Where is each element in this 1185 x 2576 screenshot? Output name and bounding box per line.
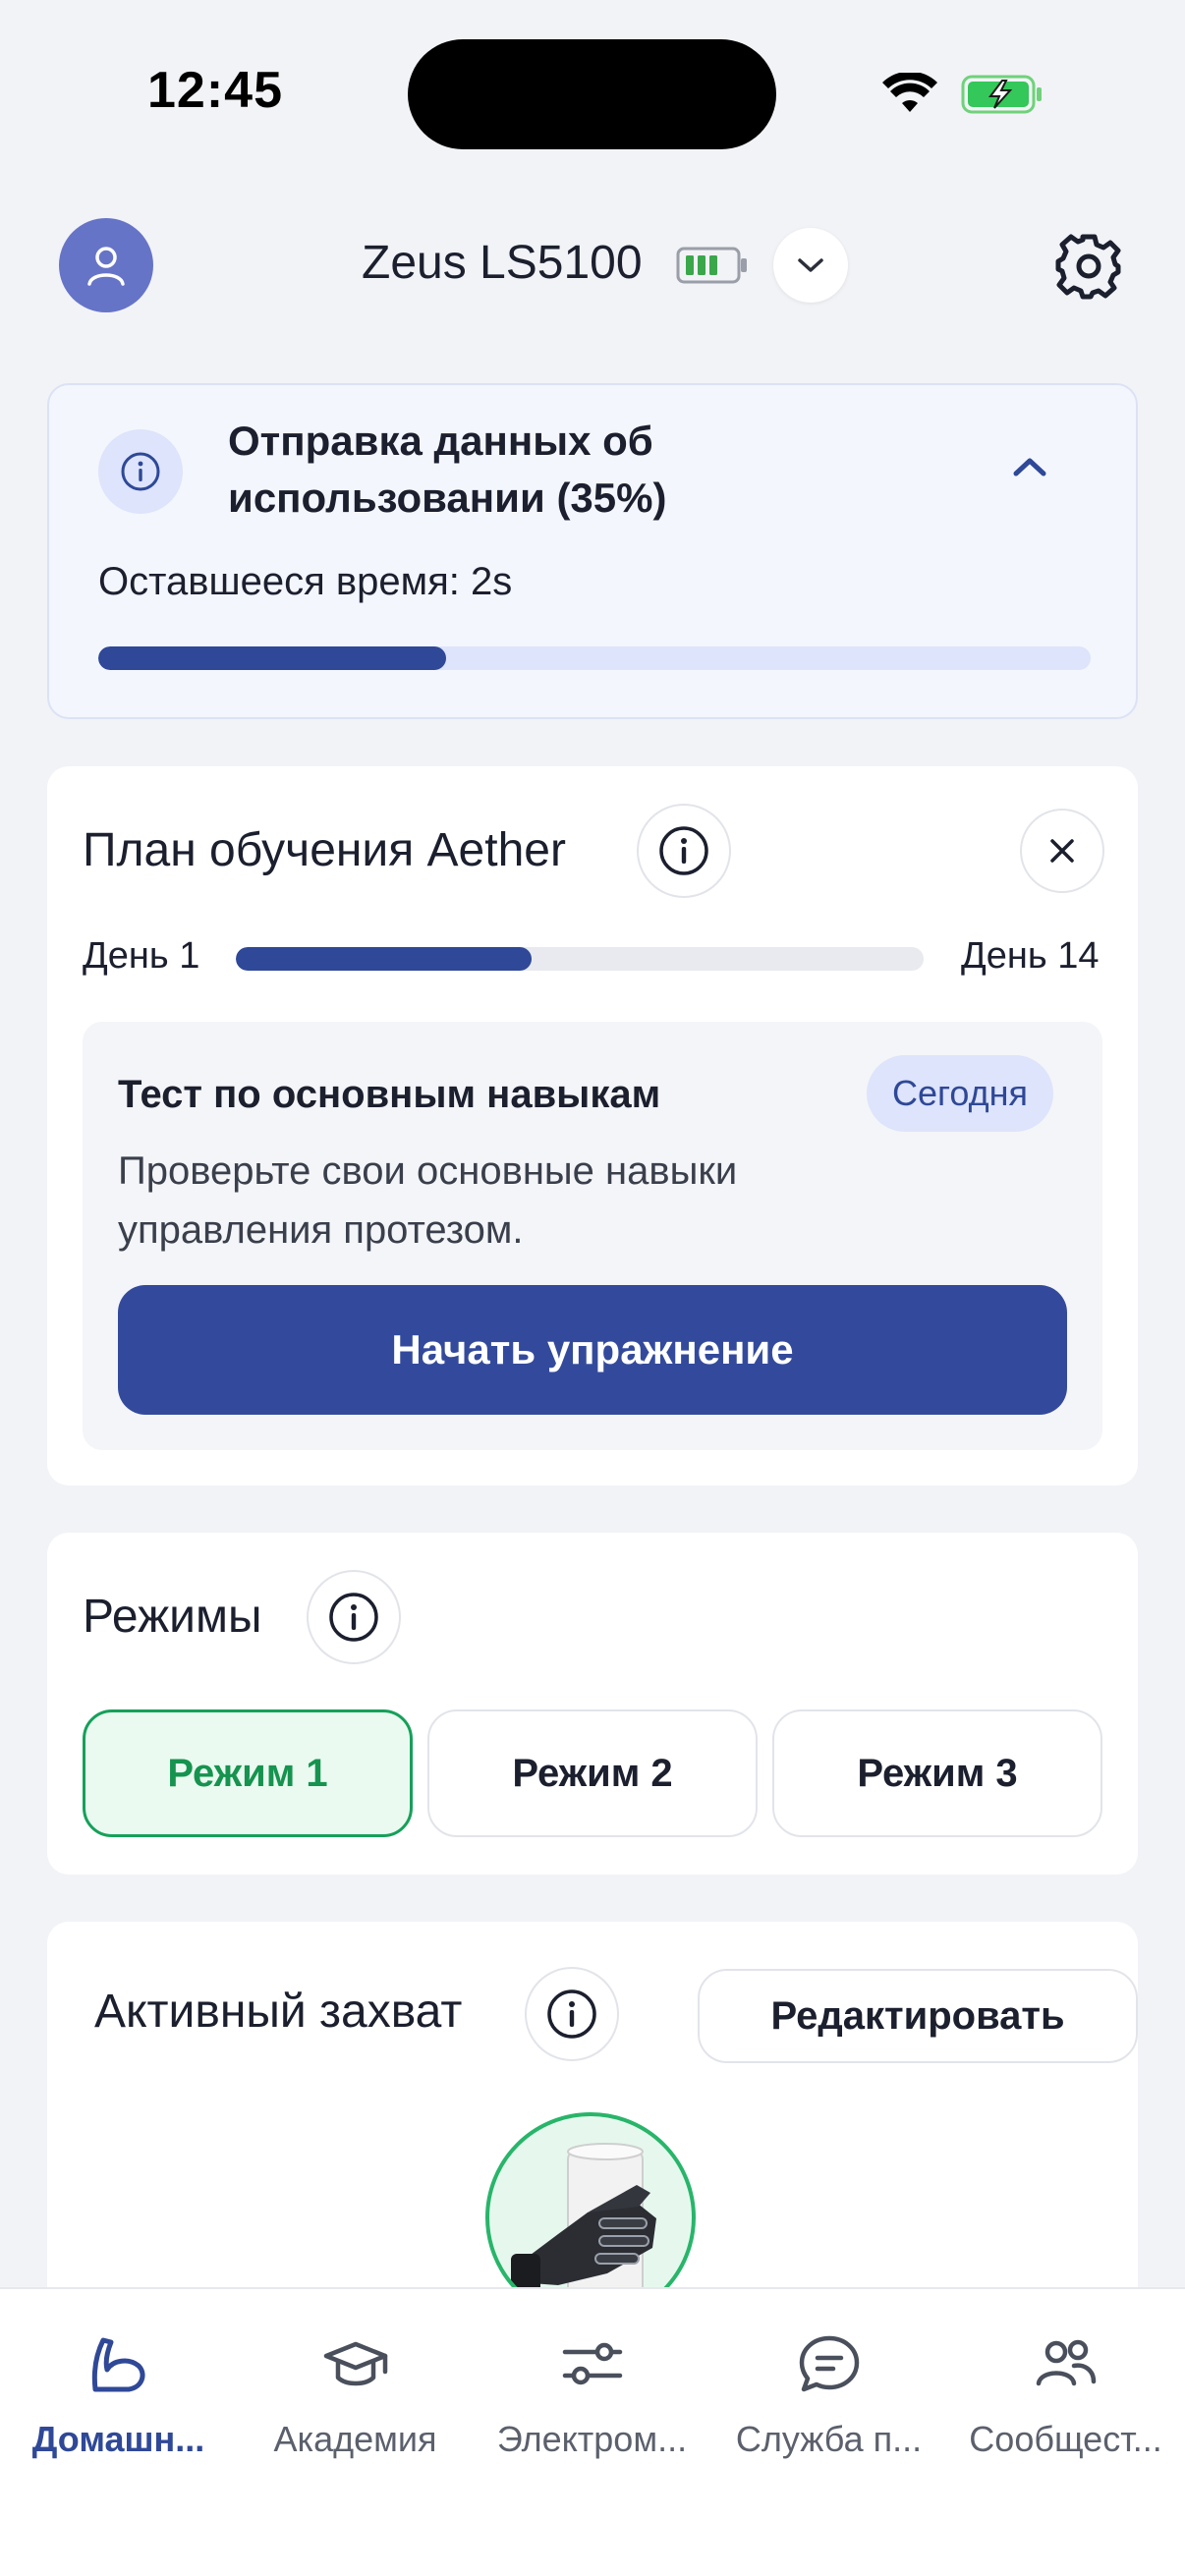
upload-remaining-time: Оставшееся время: 2s (98, 560, 513, 603)
tab-electrodes[interactable]: Электром... (474, 2319, 710, 2466)
chevron-up-icon[interactable] (1000, 446, 1059, 485)
tab-label: Академия (273, 2419, 437, 2459)
active-grip-card: Активный захват Редактировать (47, 1922, 1138, 2323)
arm-icon (91, 2337, 145, 2392)
tab-community[interactable]: Сообщест... (947, 2319, 1184, 2466)
plan-progress-bar (236, 947, 924, 971)
plan-day-end: День 14 (961, 935, 1100, 977)
exercise-description: Проверьте свои основные навыки управлени… (118, 1149, 738, 1252)
device-name: Zeus LS5100 (362, 237, 643, 289)
device-dropdown-button[interactable] (773, 228, 848, 303)
battery-charging-icon (961, 75, 1042, 114)
tab-support[interactable]: Служба п... (710, 2319, 947, 2466)
upload-progress-bar (98, 646, 1091, 670)
tab-home[interactable]: Домашн... (0, 2319, 237, 2466)
dynamic-island (408, 39, 776, 149)
user-icon (87, 247, 125, 286)
wifi-icon (882, 73, 937, 112)
tab-academy[interactable]: Академия (237, 2319, 474, 2466)
tab-label: Сообщест... (969, 2419, 1162, 2459)
mode-3-button[interactable]: Режим 3 (772, 1709, 1102, 1837)
chevron-down-icon (798, 258, 823, 272)
upload-progress-fill (98, 646, 446, 670)
mode-1-button[interactable]: Режим 1 (83, 1709, 413, 1837)
settings-gear-icon[interactable] (1053, 231, 1124, 302)
edit-grip-button[interactable]: Редактировать (698, 1969, 1138, 2063)
modes-card: Режимы Режим 1 Режим 2 Режим 3 (47, 1533, 1138, 1875)
upload-title: Отправка данных об использовании (35%) (228, 418, 667, 521)
graduation-cap-icon (323, 2341, 387, 2386)
plan-info-button[interactable] (637, 804, 731, 898)
mode-2-button[interactable]: Режим 2 (427, 1709, 758, 1837)
home-screen: 12:45 Zeus LS5100 Отправка данных об исп… (0, 0, 1185, 2576)
modes-info-button[interactable] (307, 1570, 401, 1664)
plan-day-start: День 1 (83, 935, 200, 977)
community-icon (1036, 2339, 1096, 2386)
plan-progress-fill (236, 947, 532, 971)
start-exercise-button[interactable]: Начать упражнение (118, 1285, 1067, 1415)
plan-title: План обучения Aether (83, 824, 566, 876)
today-badge: Сегодня (867, 1055, 1053, 1132)
info-icon (547, 1989, 596, 2039)
upload-info-icon-wrap (98, 429, 183, 514)
tab-label: Служба п... (735, 2419, 923, 2459)
info-icon (329, 1593, 378, 1642)
info-icon (121, 452, 160, 491)
close-icon (1050, 839, 1074, 863)
training-plan-card: План обучения Aether День 1 День 14 Тест… (47, 766, 1138, 1485)
tab-label: Электром... (496, 2419, 688, 2459)
bottom-tab-bar: Домашн... Академия Электром... Служба п.… (0, 2287, 1185, 2576)
profile-avatar-button[interactable] (59, 218, 153, 312)
chat-icon (799, 2335, 859, 2392)
tab-label: Домашн... (31, 2419, 205, 2459)
sliders-icon (562, 2342, 622, 2385)
modes-title: Режимы (83, 1591, 262, 1643)
exercise-title: Тест по основным навыкам (118, 1073, 661, 1116)
grip-title: Активный захват (94, 1986, 463, 2038)
exercise-box: Тест по основным навыкам Сегодня Проверь… (83, 1022, 1102, 1450)
device-battery-icon (676, 247, 747, 284)
status-time: 12:45 (147, 62, 283, 119)
usage-upload-card: Отправка данных об использовании (35%) О… (47, 383, 1138, 719)
plan-close-button[interactable] (1020, 809, 1104, 893)
grip-info-button[interactable] (525, 1967, 619, 2061)
info-icon (659, 826, 708, 875)
